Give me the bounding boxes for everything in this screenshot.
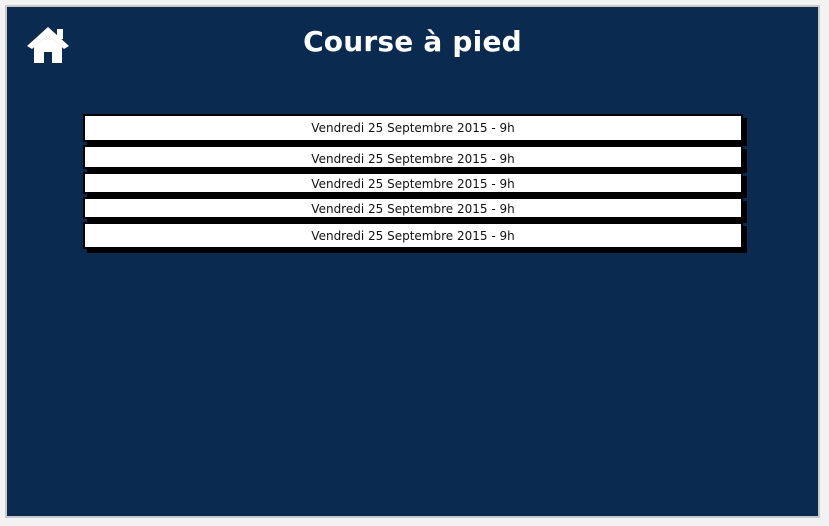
session-label: Vendredi 25 Septembre 2015 - 9h (311, 152, 515, 166)
session-item[interactable]: Vendredi 25 Septembre 2015 - 9h (83, 222, 743, 249)
session-item[interactable]: Vendredi 25 Septembre 2015 - 9h (83, 172, 743, 194)
session-item[interactable]: Vendredi 25 Septembre 2015 - 9h (83, 197, 743, 219)
session-list: Vendredi 25 Septembre 2015 - 9h Vendredi… (83, 114, 743, 252)
page-title: Course à pied (303, 25, 522, 58)
session-label: Vendredi 25 Septembre 2015 - 9h (311, 121, 515, 135)
app-screen: Course à pied Vendredi 25 Septembre 2015… (5, 5, 820, 518)
session-label: Vendredi 25 Septembre 2015 - 9h (311, 229, 515, 243)
session-item[interactable]: Vendredi 25 Septembre 2015 - 9h (83, 145, 743, 169)
session-label: Vendredi 25 Septembre 2015 - 9h (311, 202, 515, 216)
session-item[interactable]: Vendredi 25 Septembre 2015 - 9h (83, 114, 743, 142)
session-label: Vendredi 25 Septembre 2015 - 9h (311, 177, 515, 191)
